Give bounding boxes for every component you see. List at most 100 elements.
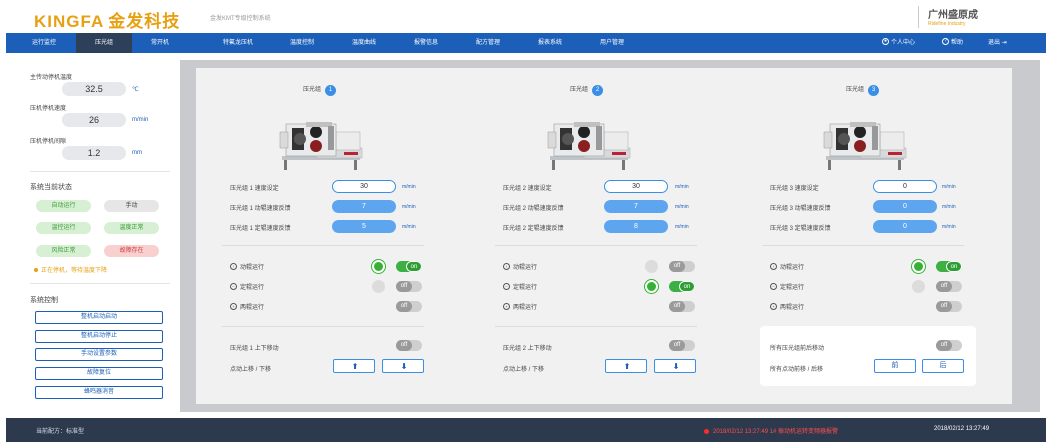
app-subtitle: 金发KMT专级控制系统 <box>210 16 271 22</box>
jog-forward-button[interactable]: 前 <box>874 359 916 373</box>
help-label: 帮助 <box>951 40 964 46</box>
nav-temp-curve[interactable]: 温度曲线 <box>336 33 392 53</box>
status-badge: 风险正常 <box>36 245 91 257</box>
stop-machine-button[interactable]: 整机启动停止 <box>35 330 163 343</box>
mode-toggle-switch[interactable]: off <box>669 301 695 312</box>
param-label: 主传动停机温度 <box>30 75 73 81</box>
jog-down-button[interactable]: ⬇ <box>382 359 424 373</box>
nav-teflon-press[interactable]: 特氟龙压机 <box>210 33 266 53</box>
move-toggle-switch[interactable]: off <box>936 340 962 351</box>
run-mode-option[interactable]: + 两辊运行 <box>503 302 537 311</box>
help-link[interactable]: ? 帮助 <box>942 33 963 53</box>
mode-toggle-switch[interactable]: off <box>669 261 695 272</box>
nav-temp-control[interactable]: 温度控制 <box>274 33 330 53</box>
speed-row-label: 压光组 3 定辊速度反馈 <box>770 226 831 232</box>
run-mode-option[interactable]: − 定辊运行 <box>770 282 804 291</box>
run-mode-option[interactable]: − 定辊运行 <box>230 282 264 291</box>
mode-icon: − <box>770 282 777 290</box>
run-mode-option[interactable]: ↑ 动辊运行 <box>770 262 804 271</box>
speed-unit: m/min <box>402 184 416 190</box>
mode-toggle-switch[interactable]: on <box>396 261 422 272</box>
mode-icon: + <box>230 302 237 310</box>
speed-setpoint-input[interactable]: 30 <box>332 180 396 193</box>
nav-report[interactable]: 报表系统 <box>522 33 578 53</box>
toggle-knob: off <box>669 301 685 312</box>
group-number-badge: 2 <box>592 85 604 96</box>
nav-opener[interactable]: 常开机 <box>132 33 188 53</box>
current-recipe: 当前配方：标准型 <box>36 426 84 435</box>
user-center-link[interactable]: ● 个人中心 <box>882 33 915 53</box>
group-number-badge: 1 <box>325 85 337 96</box>
run-mode-option[interactable]: ↑ 动辊运行 <box>503 262 537 271</box>
toggle-knob: off <box>396 281 412 292</box>
mode-icon: ↑ <box>503 262 510 270</box>
speed-setpoint-input[interactable]: 0 <box>873 180 937 193</box>
manual-params-button[interactable]: 手动设置参数 <box>35 348 163 361</box>
mode-label: 定辊运行 <box>513 285 538 291</box>
nav-users[interactable]: 用户管理 <box>584 33 640 53</box>
status-badge: 温度正常 <box>104 222 159 234</box>
start-machine-button[interactable]: 整机启动启动 <box>35 311 163 324</box>
status-lamp <box>645 260 658 273</box>
mode-toggle-switch[interactable]: off <box>936 301 962 312</box>
brand-divider <box>918 6 919 28</box>
clock: 2018/02/12 13:27:49 <box>934 426 990 432</box>
company-name-en: Ridefine Industry <box>928 21 966 27</box>
nav-alarm-info[interactable]: 报警信息 <box>398 33 454 53</box>
section-divider <box>762 245 964 246</box>
run-mode-option[interactable]: ↑ 动辊运行 <box>230 262 264 271</box>
toggle-knob: off <box>936 340 952 351</box>
run-mode-option[interactable]: + 两辊运行 <box>770 302 804 311</box>
speed-unit: m/min <box>942 224 956 230</box>
nav-run-monitor[interactable]: 运行监控 <box>24 33 64 53</box>
toggle-knob: off <box>936 301 952 312</box>
calender-machine-image <box>544 102 634 171</box>
jog-back-button[interactable]: 后 <box>922 359 964 373</box>
jog-up-button[interactable]: ⬆ <box>333 359 375 373</box>
mode-label: 定辊运行 <box>240 285 265 291</box>
speed-setpoint-input[interactable]: 30 <box>604 180 668 193</box>
buzzer-mute-button[interactable]: 蜂鸣器消音 <box>35 386 163 399</box>
run-mode-option[interactable]: − 定辊运行 <box>503 282 537 291</box>
status-badge: 温控运行 <box>36 222 91 234</box>
run-mode-option[interactable]: + 两辊运行 <box>230 302 264 311</box>
alarm-message[interactable]: 2018/02/12 13:27:49 1# 振动机运转变频器报警 <box>704 426 838 435</box>
group-title: 压光组 3 <box>846 84 880 96</box>
speed-row-label: 压光组 2 定辊速度反馈 <box>503 226 564 232</box>
mode-toggle-switch[interactable]: off <box>396 301 422 312</box>
mode-toggle-switch[interactable]: on <box>936 261 962 272</box>
group-title-label: 压光组 <box>303 87 322 93</box>
move-label: 压光组 1 上下移动 <box>230 346 279 352</box>
nav-calender-group[interactable]: 压光组 <box>76 33 132 53</box>
mode-toggle-switch[interactable]: off <box>396 281 422 292</box>
speed-feedback-value: 0 <box>873 220 937 233</box>
mode-label: 定辊运行 <box>780 285 805 291</box>
move-toggle-switch[interactable]: off <box>669 340 695 351</box>
logout-link[interactable]: 退出 ⇥ <box>988 33 1007 53</box>
calender-machine-image <box>276 102 366 171</box>
param-value: 1.2 <box>62 146 126 160</box>
status-badge: 故障存在 <box>104 245 159 257</box>
mode-toggle-switch[interactable]: on <box>669 281 695 292</box>
mode-label: 两辊运行 <box>240 305 265 311</box>
alarm-text: 2018/02/12 13:27:49 1# 振动机运转变频器报警 <box>713 429 839 435</box>
speed-unit: m/min <box>675 184 689 190</box>
mode-toggle-switch[interactable]: off <box>936 281 962 292</box>
move-toggle-switch[interactable]: off <box>396 340 422 351</box>
mode-icon: ↑ <box>230 262 237 270</box>
toggle-knob: on <box>946 261 962 272</box>
mode-label: 动辊运行 <box>513 265 538 271</box>
recipe-value: 标准型 <box>66 429 85 435</box>
jog-up-button[interactable]: ⬆ <box>605 359 647 373</box>
fault-reset-button[interactable]: 故障复位 <box>35 367 163 380</box>
main-nav: 运行监控 压光组 常开机 特氟龙压机 温度控制 温度曲线 报警信息 配方管理 报… <box>6 33 1046 53</box>
jog-down-button[interactable]: ⬇ <box>654 359 696 373</box>
speed-row-label: 压光组 1 动辊速度反馈 <box>230 206 291 212</box>
param-unit: m/min <box>132 117 149 123</box>
group-number-badge: 3 <box>868 85 880 96</box>
speed-unit: m/min <box>675 204 689 210</box>
status-lamp <box>912 260 925 273</box>
help-icon: ? <box>942 37 949 45</box>
param-label: 压机停机速度 <box>30 106 67 112</box>
nav-recipe[interactable]: 配方管理 <box>460 33 516 53</box>
